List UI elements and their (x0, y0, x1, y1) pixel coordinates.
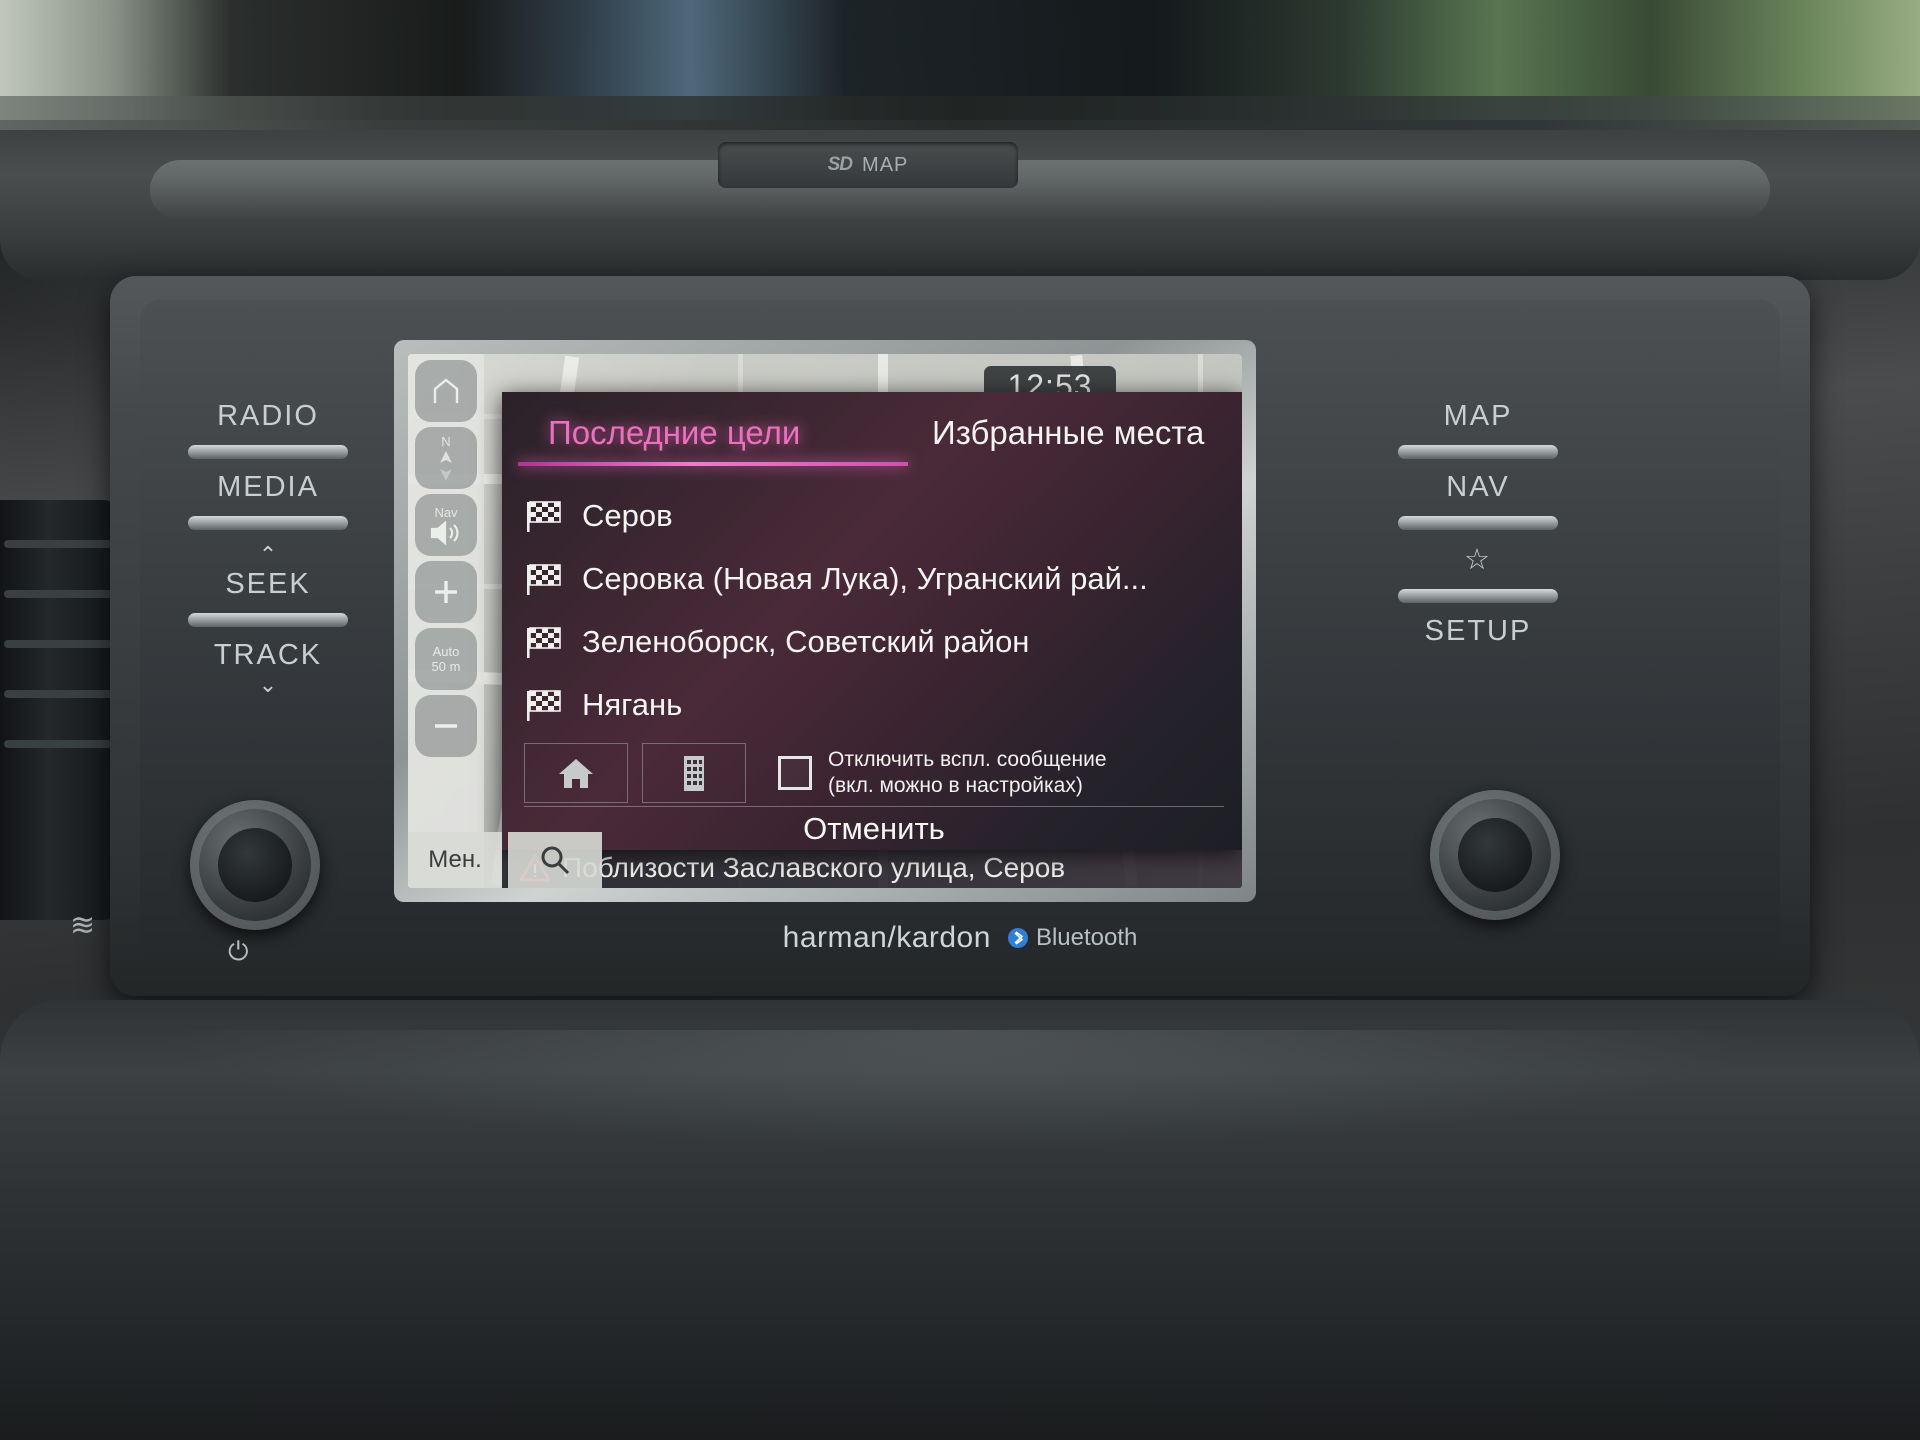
list-item-label: Нягань (582, 686, 683, 722)
dialog-bottom-row: Отключить вспл. сообщение (вкл. можно в … (502, 742, 1242, 804)
right-hardware-buttons: MAP NAV ☆ SETUP (1378, 400, 1578, 648)
suppress-popup-checkbox[interactable] (778, 756, 812, 790)
map-divider (1398, 445, 1558, 459)
tune-knob-center (1458, 818, 1532, 892)
zoom-in-icon[interactable] (415, 561, 477, 623)
lower-dash-sheen (140, 1030, 1780, 1150)
tab-recent-destinations[interactable]: Последние цели (548, 414, 800, 452)
brand-strip: harman/kardon Bluetooth (0, 918, 1920, 958)
list-item-label: Серовка (Новая Лука), Угранский рай... (582, 560, 1148, 596)
nav-button[interactable]: NAV (1378, 471, 1578, 504)
seek-button[interactable]: SEEK (168, 568, 368, 601)
recent-destinations-dialog[interactable]: Последние цели Избранные места Серов Сер… (502, 392, 1242, 850)
zoom-out-icon[interactable] (415, 695, 477, 757)
dashboard-photo: SD MAP ≋ RADIO MEDIA ⌃ SEEK TRACK ⌄ ⏻ MA… (0, 0, 1920, 1440)
setup-button[interactable]: SETUP (1378, 615, 1578, 648)
list-item-label: Зеленоборск, Советский район (582, 623, 1030, 659)
media-divider (188, 516, 348, 530)
list-item-label: Серов (582, 497, 673, 533)
left-hardware-buttons: RADIO MEDIA ⌃ SEEK TRACK ⌄ (168, 400, 368, 698)
dialog-tabs: Последние цели Избранные места (502, 414, 1242, 470)
media-button[interactable]: MEDIA (168, 471, 368, 504)
work-destination-button[interactable] (642, 743, 746, 803)
checkered-flag-icon (524, 562, 564, 596)
sd-map-slot: SD MAP (718, 142, 1018, 188)
list-item[interactable]: Серовка (Новая Лука), Угранский рай... (502, 547, 1242, 610)
bluetooth-badge: Bluetooth (1007, 924, 1137, 952)
list-item[interactable]: Зеленоборск, Советский район (502, 610, 1242, 673)
checkered-flag-icon (524, 625, 564, 659)
map-button[interactable]: MAP (1378, 400, 1578, 433)
nav-divider (1398, 516, 1558, 530)
search-icon[interactable] (508, 832, 602, 888)
air-vent (0, 500, 120, 920)
radio-button[interactable]: RADIO (168, 400, 368, 433)
list-item[interactable]: Нягань (502, 673, 1242, 736)
bluetooth-icon (1007, 928, 1028, 948)
track-down-chevron-icon: ⌄ (258, 672, 278, 697)
checkered-flag-icon (524, 499, 564, 533)
sd-map-label: MAP (862, 153, 909, 176)
sd-logo-icon: SD (827, 154, 853, 175)
destination-list: Серов Серовка (Новая Лука), Угранский ра… (502, 484, 1242, 736)
knob-center (218, 828, 292, 902)
bluetooth-label: Bluetooth (1035, 924, 1138, 951)
infotainment-screen[interactable]: N Nav Auto 50 m 12:53 Поблизости Заславс… (408, 354, 1242, 888)
favorite-button[interactable]: ☆ (1378, 542, 1578, 577)
map-scale-icon[interactable]: Auto 50 m (415, 628, 477, 690)
home-destination-button[interactable] (524, 743, 628, 803)
list-item[interactable]: Серов (502, 484, 1242, 547)
tab-active-underline (518, 462, 908, 466)
favorite-divider (1398, 589, 1558, 603)
radio-divider (188, 445, 348, 459)
checkered-flag-icon (524, 688, 564, 722)
power-volume-knob[interactable] (190, 800, 320, 930)
suppress-popup-line2: (вкл. можно в настройках) (828, 774, 1083, 797)
suppress-popup-checkbox-row[interactable]: Отключить вспл. сообщение (вкл. можно в … (778, 747, 1107, 799)
seek-up-chevron-icon: ⌃ (258, 542, 278, 567)
compass-north-icon[interactable]: N (415, 427, 477, 489)
track-button[interactable]: TRACK (168, 639, 368, 672)
menu-button[interactable]: Мен. (408, 832, 502, 888)
seek-divider (188, 613, 348, 627)
tune-knob[interactable] (1430, 790, 1560, 920)
home-icon[interactable] (415, 360, 477, 422)
screen-bottom-bar: Мен. (408, 832, 1242, 888)
harman-kardon-logo: harman/kardon (782, 921, 991, 954)
tab-favorite-places[interactable]: Избранные места (932, 414, 1204, 452)
volume-icon[interactable]: Nav (415, 494, 477, 556)
map-tool-rail: N Nav Auto 50 m (408, 354, 484, 888)
suppress-popup-line1: Отключить вспл. сообщение (828, 748, 1107, 771)
suppress-popup-label: Отключить вспл. сообщение (вкл. можно в … (828, 747, 1107, 799)
